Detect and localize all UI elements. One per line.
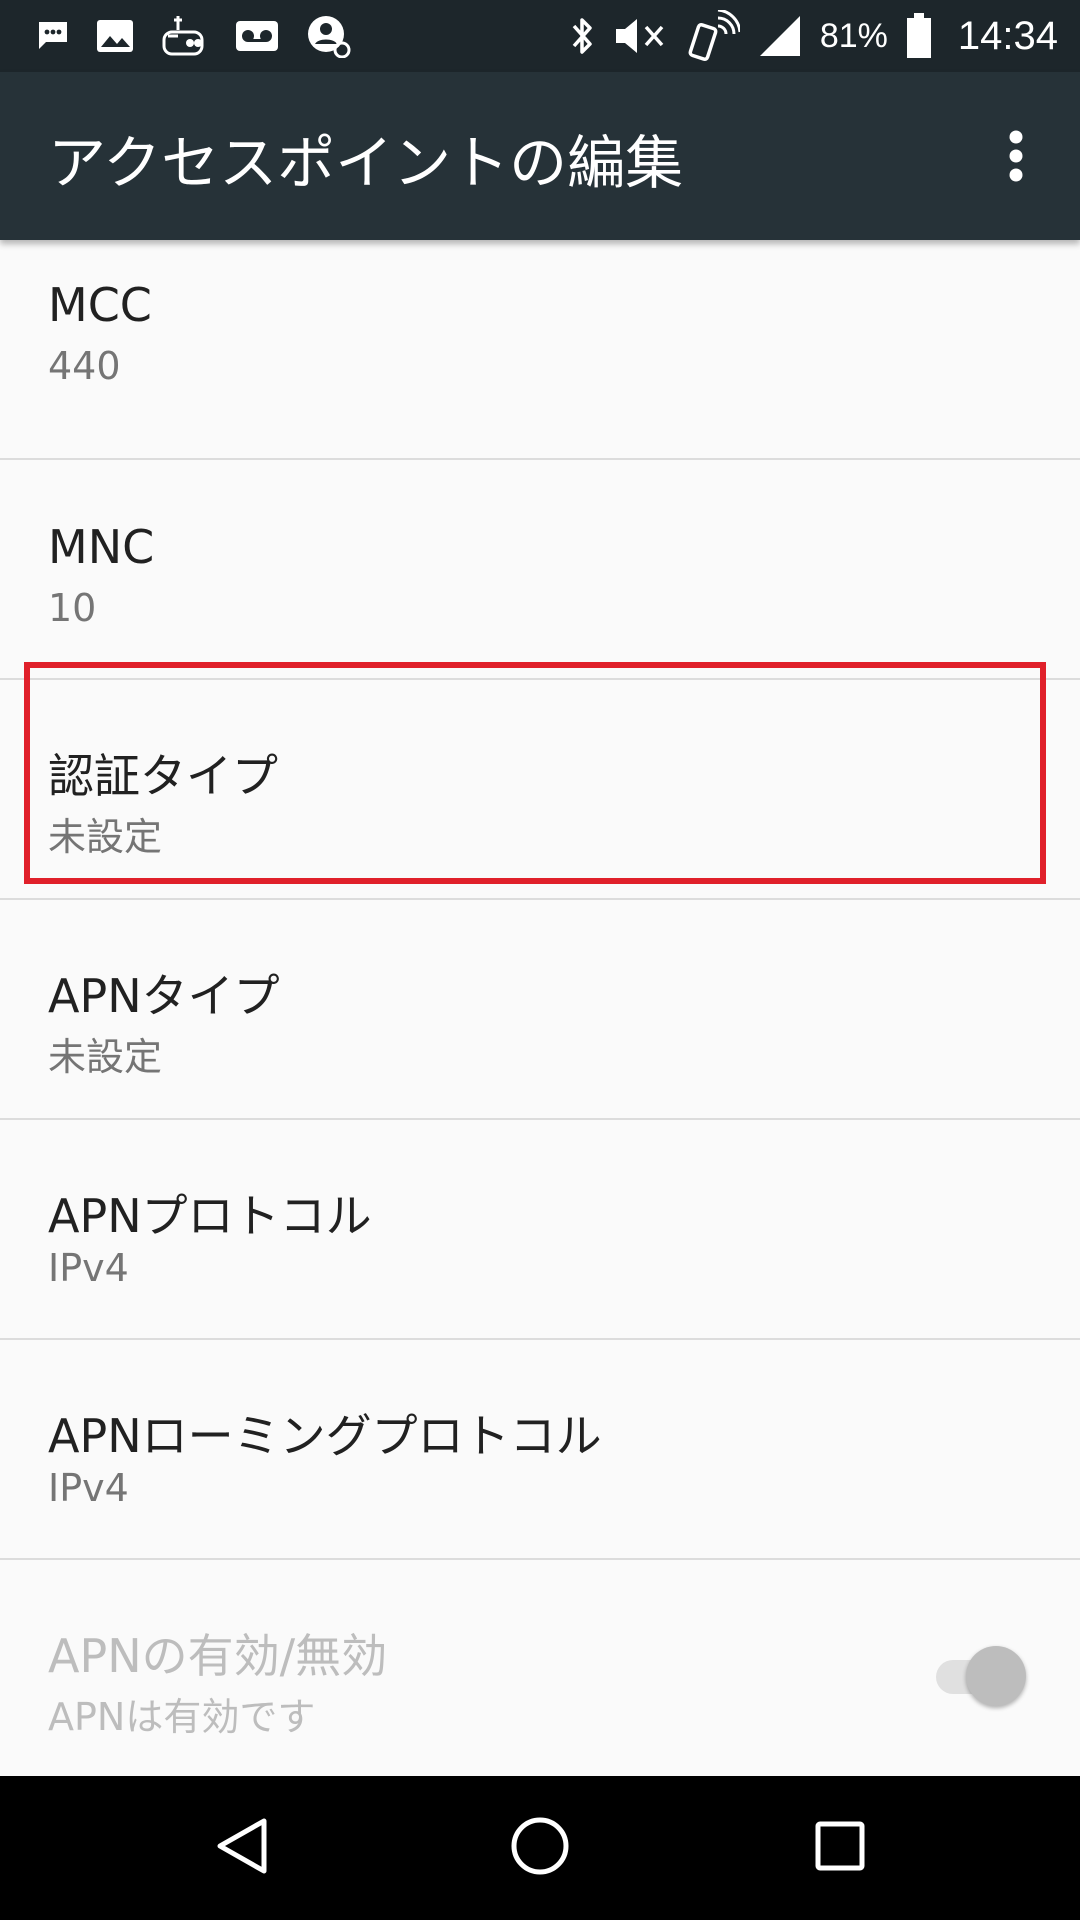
pref-summary: IPv4 bbox=[48, 1246, 129, 1290]
recents-icon bbox=[814, 1820, 866, 1876]
pref-item-apn-enable: APNの有効/無効 APNは有効です bbox=[0, 1560, 1080, 1778]
overflow-menu-button[interactable] bbox=[980, 122, 1052, 194]
status-bar: 81% 14:34 bbox=[0, 0, 1080, 72]
toggle-thumb bbox=[966, 1646, 1026, 1706]
apn-enable-toggle bbox=[932, 1646, 1026, 1706]
back-icon bbox=[214, 1817, 270, 1879]
pref-item-apn-roaming-protocol[interactable]: APNローミングプロトコル IPv4 bbox=[0, 1340, 1080, 1560]
robot-icon bbox=[160, 14, 208, 58]
app-toolbar: アクセスポイントの編集 bbox=[0, 72, 1080, 240]
pref-item-apn-type[interactable]: APNタイプ 未設定 bbox=[0, 900, 1080, 1120]
page-title: アクセスポイントの編集 bbox=[48, 129, 684, 197]
battery-icon bbox=[906, 13, 932, 59]
voicemail-icon bbox=[234, 19, 280, 53]
status-left-icons bbox=[36, 14, 352, 58]
nfc-phone-icon bbox=[688, 10, 740, 62]
pref-summary: 未設定 bbox=[48, 815, 163, 859]
bluetooth-icon bbox=[568, 14, 596, 58]
pref-item-apn-protocol[interactable]: APNプロトコル IPv4 bbox=[0, 1120, 1080, 1340]
recents-button[interactable] bbox=[790, 1798, 890, 1898]
more-vertical-icon bbox=[1008, 130, 1024, 186]
pref-title: APNタイプ bbox=[48, 969, 280, 1023]
pref-summary: APNは有効です bbox=[48, 1695, 316, 1739]
pref-title: APNローミングプロトコル bbox=[48, 1409, 602, 1463]
home-button[interactable] bbox=[490, 1798, 590, 1898]
pref-summary: 440 bbox=[48, 344, 121, 388]
pref-summary: IPv4 bbox=[48, 1466, 129, 1510]
home-icon bbox=[510, 1816, 570, 1880]
battery-percent: 81% bbox=[819, 16, 888, 55]
preference-list: MCC 440 MNC 10 認証タイプ 未設定 APNタイプ 未設定 APNプ… bbox=[0, 240, 1080, 1778]
pref-title: MCC bbox=[48, 278, 152, 332]
pref-summary: 未設定 bbox=[48, 1035, 163, 1079]
navigation-bar bbox=[0, 1776, 1080, 1920]
message-icon bbox=[36, 20, 70, 52]
status-right-icons: 81% 14:34 bbox=[568, 10, 1058, 62]
image-icon bbox=[96, 19, 134, 53]
pref-item-mcc[interactable]: MCC 440 bbox=[0, 240, 1080, 460]
pref-title: APNプロトコル bbox=[48, 1189, 372, 1243]
pref-title: 認証タイプ bbox=[48, 749, 278, 803]
back-button[interactable] bbox=[192, 1798, 292, 1898]
status-clock: 14:34 bbox=[957, 13, 1058, 58]
pref-summary: 10 bbox=[48, 586, 97, 630]
mute-icon bbox=[614, 16, 670, 56]
pref-title: MNC bbox=[48, 520, 155, 574]
pref-title: APNの有効/無効 bbox=[48, 1629, 388, 1683]
account-icon bbox=[306, 14, 352, 58]
pref-item-mnc[interactable]: MNC 10 bbox=[0, 460, 1080, 680]
signal-icon bbox=[758, 14, 802, 58]
pref-item-auth-type[interactable]: 認証タイプ 未設定 bbox=[0, 680, 1080, 900]
screen: 81% 14:34 アクセスポイントの編集 MCC 440 MNC 10 認証タ… bbox=[0, 0, 1080, 1920]
